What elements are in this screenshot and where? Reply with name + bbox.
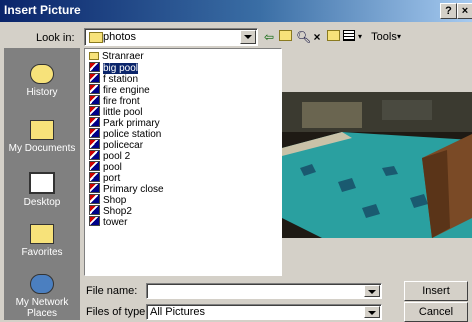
list-item[interactable]: police station [89,128,161,140]
place-label: Desktop [23,197,61,208]
chevron-down-icon[interactable] [240,30,256,44]
chevron-down-icon[interactable] [364,285,380,297]
favorites-icon [30,224,54,244]
my-documents-icon [30,120,54,140]
picture-file-icon [89,205,100,215]
folder-icon [89,32,103,43]
picture-file-icon [89,128,100,138]
picture-file-icon [89,150,100,160]
place-history[interactable]: History [4,64,80,98]
lookin-combo[interactable]: photos [84,28,258,46]
place-favorites[interactable]: Favorites [4,224,80,258]
window-title: Insert Picture [4,3,81,17]
picture-file-icon [89,139,100,149]
place-desktop[interactable]: Desktop [4,172,80,208]
desktop-icon [29,172,55,194]
new-folder-icon[interactable] [326,29,340,45]
lookin-label: Look in: [36,32,75,44]
search-web-icon[interactable]: 🔍︎ [296,29,311,45]
network-places-icon [30,274,54,294]
picture-file-icon [89,95,100,105]
place-label: My Documents [8,143,76,154]
picture-file-icon [89,183,100,193]
folder-icon [89,52,99,60]
cancel-button[interactable]: Cancel [404,302,468,322]
views-icon[interactable] [342,29,356,45]
picture-file-icon [89,106,100,116]
filetype-select[interactable]: All Pictures [146,304,382,320]
pool-preview-image [282,92,472,238]
list-item[interactable]: pool 2 [89,150,130,162]
list-item[interactable]: Shop2 [89,205,132,217]
file-list[interactable]: Stranraer big pool f station fire engine… [84,48,282,276]
list-item[interactable]: f station [89,73,138,85]
picture-file-icon [89,117,100,127]
place-label: History [26,87,58,98]
delete-icon[interactable]: × [311,29,323,45]
up-folder-icon[interactable] [278,29,292,45]
filename-label: File name: [86,285,138,297]
filename-field[interactable] [146,283,382,299]
picture-file-icon [89,161,100,171]
list-item[interactable]: pool [89,161,122,173]
picture-file-icon [89,84,100,94]
places-bar: History My Documents Desktop Favorites M… [4,48,80,320]
picture-file-icon [89,62,100,72]
place-label: Favorites [21,247,63,258]
picture-file-icon [89,73,100,83]
lookin-value: photos [103,31,137,43]
close-button[interactable]: × [457,3,472,19]
picture-file-icon [89,216,100,226]
list-item[interactable]: Stranraer [89,51,144,62]
place-label: My Network Places [15,297,69,319]
filetype-label: Files of type: [86,306,149,318]
back-arrow-icon[interactable]: ⇦ [262,29,276,45]
picture-file-icon [89,194,100,204]
filetype-value: All Pictures [150,306,206,318]
place-my-documents[interactable]: My Documents [4,120,80,154]
chevron-down-icon[interactable] [364,306,380,318]
preview-pane [282,48,472,274]
tools-dropdown-icon[interactable]: ▾ [395,29,403,45]
list-item[interactable]: port [89,172,120,184]
list-item[interactable]: tower [89,216,127,228]
insert-button[interactable]: Insert [404,281,468,301]
list-item[interactable]: fire front [89,95,140,107]
list-item[interactable]: Primary close [89,183,164,195]
insert-label: Insert [422,285,450,297]
history-icon [30,64,54,84]
list-item[interactable]: policecar [89,139,143,151]
picture-file-icon [89,172,100,182]
list-item[interactable]: big pool [89,62,140,75]
help-button[interactable]: ? [440,3,457,19]
list-item[interactable]: Park primary [89,117,160,129]
list-item[interactable]: little pool [89,106,142,118]
title-bar: Insert Picture ? × [0,0,472,22]
list-item[interactable]: fire engine [89,84,150,96]
place-my-network-places[interactable]: My Network Places [4,274,80,319]
views-dropdown-icon[interactable]: ▾ [356,29,364,45]
list-item[interactable]: Shop [89,194,126,206]
